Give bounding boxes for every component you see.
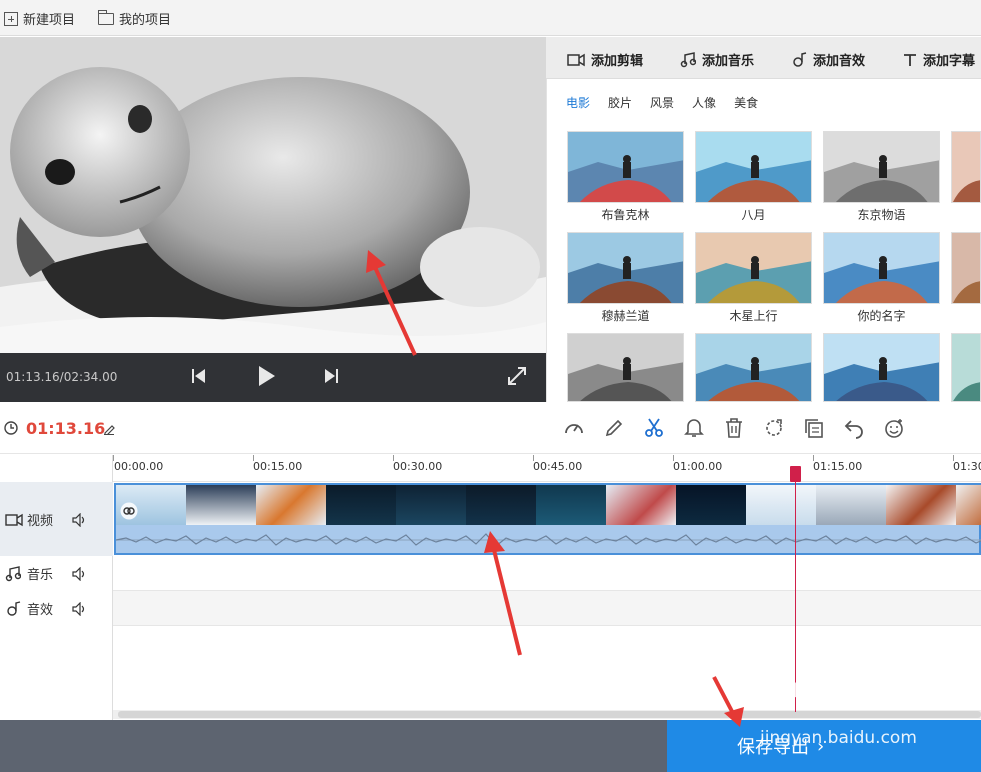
baidu-watermark-logo: Baidu经验 bbox=[755, 670, 919, 705]
filter-thumb[interactable] bbox=[567, 232, 684, 304]
sfx-track-name: 音效 bbox=[27, 603, 54, 618]
ruler-tick: 00:15.00 bbox=[253, 460, 303, 473]
sticker-icon[interactable] bbox=[883, 417, 905, 439]
previous-frame-icon[interactable] bbox=[191, 368, 207, 384]
material-tabs: 添加剪辑 添加音乐 添加音效 添加字幕 bbox=[546, 37, 981, 79]
tab-add-sound-effect-label: 添加音效 bbox=[813, 54, 866, 69]
fullscreen-icon[interactable] bbox=[508, 367, 526, 385]
annotation-arrow bbox=[366, 250, 417, 356]
filter-thumb[interactable] bbox=[567, 333, 684, 402]
timeline-scrollbar-thumb[interactable] bbox=[118, 711, 981, 718]
new-project-button[interactable]: 新建项目 bbox=[4, 9, 75, 28]
current-time: 01:13.16 bbox=[26, 419, 106, 438]
ruler-tick: 01:15.00 bbox=[813, 460, 863, 473]
sfx-track-label: 音效 bbox=[0, 599, 113, 618]
next-frame-icon[interactable] bbox=[323, 368, 339, 384]
filter-thumb[interactable] bbox=[951, 232, 981, 304]
top-menu-bar: 新建项目 我的项目 bbox=[0, 0, 981, 36]
filter-label: 穆赫兰道 bbox=[601, 309, 650, 323]
delete-icon[interactable] bbox=[723, 417, 745, 439]
filter-thumb[interactable] bbox=[567, 131, 684, 203]
video-track-label: 视频 bbox=[0, 510, 113, 529]
ruler-tick: 00:45.00 bbox=[533, 460, 583, 473]
tab-add-music[interactable]: 添加音乐 bbox=[680, 50, 754, 69]
scissors-icon[interactable] bbox=[643, 417, 665, 439]
undo-icon[interactable] bbox=[843, 417, 865, 439]
annotation-arrow bbox=[484, 531, 522, 656]
video-clip[interactable] bbox=[114, 483, 981, 555]
filter-label: 东京物语 bbox=[857, 208, 906, 222]
edit-toolbar bbox=[0, 402, 981, 454]
filter-thumb[interactable] bbox=[823, 232, 940, 304]
sound-effect-icon bbox=[7, 600, 21, 616]
tab-add-subtitle[interactable]: 添加字幕 bbox=[903, 50, 975, 69]
ruler-tick: 01:30 bbox=[953, 460, 981, 473]
tab-add-sound-effect[interactable]: 添加音效 bbox=[791, 50, 865, 69]
filter-thumb[interactable] bbox=[695, 232, 812, 304]
filter-thumb[interactable] bbox=[951, 333, 981, 402]
video-camera-icon bbox=[5, 513, 23, 526]
category-film[interactable]: 胶片 bbox=[608, 94, 632, 111]
category-portrait[interactable]: 人像 bbox=[692, 94, 716, 111]
filter-label: 木星上行 bbox=[729, 309, 778, 323]
ruler-tick: 00:30.00 bbox=[393, 460, 443, 473]
playhead-handle[interactable] bbox=[790, 466, 801, 482]
link-icon[interactable] bbox=[120, 502, 138, 520]
preview-frame-image bbox=[0, 37, 546, 353]
volume-icon[interactable] bbox=[72, 512, 88, 527]
filter-thumb[interactable] bbox=[823, 333, 940, 402]
copy-icon[interactable] bbox=[803, 417, 825, 439]
edit-time-icon[interactable] bbox=[103, 423, 115, 435]
sfx-track[interactable] bbox=[113, 591, 981, 626]
filter-label: 你的名字 bbox=[857, 309, 906, 323]
sound-effect-icon bbox=[793, 51, 807, 67]
my-projects-button[interactable]: 我的项目 bbox=[98, 9, 171, 28]
filter-label: 布鲁克林 bbox=[601, 208, 650, 222]
filter-label: 八月 bbox=[741, 208, 766, 222]
video-preview[interactable] bbox=[0, 37, 546, 353]
category-food[interactable]: 美食 bbox=[734, 94, 758, 111]
filter-thumb[interactable] bbox=[951, 131, 981, 203]
baidu-watermark-url: jingyan.baidu.com bbox=[760, 728, 917, 748]
text-icon bbox=[904, 53, 916, 66]
tab-add-subtitle-label: 添加字幕 bbox=[923, 54, 976, 69]
tab-add-music-label: 添加音乐 bbox=[702, 54, 755, 69]
video-camera-icon bbox=[567, 53, 585, 66]
music-track-label: 音乐 bbox=[0, 564, 113, 583]
audio-waveform bbox=[116, 533, 981, 547]
ruler-tick: 00:00.00 bbox=[114, 460, 164, 473]
volume-icon[interactable] bbox=[72, 566, 88, 581]
volume-icon[interactable] bbox=[72, 601, 88, 616]
play-icon[interactable] bbox=[258, 365, 276, 387]
music-note-icon bbox=[5, 565, 21, 581]
crop-rotate-icon[interactable] bbox=[763, 417, 785, 439]
plus-box-icon bbox=[4, 11, 18, 26]
my-projects-label: 我的项目 bbox=[119, 13, 172, 28]
category-landscape[interactable]: 风景 bbox=[650, 94, 674, 111]
new-project-label: 新建项目 bbox=[23, 13, 76, 28]
filter-category-tabs: 电影 胶片 风景 人像 美食 bbox=[566, 94, 758, 111]
filter-thumb[interactable] bbox=[695, 131, 812, 203]
time-ruler[interactable]: 00:00.00 00:15.00 00:30.00 00:45.00 01:0… bbox=[113, 455, 981, 482]
tab-add-clip[interactable]: 添加剪辑 bbox=[567, 50, 643, 69]
music-track-name: 音乐 bbox=[27, 568, 54, 583]
music-track[interactable] bbox=[113, 556, 981, 591]
tab-add-clip-label: 添加剪辑 bbox=[591, 54, 644, 69]
bell-icon[interactable] bbox=[683, 417, 705, 439]
speed-icon[interactable] bbox=[563, 417, 585, 439]
ruler-tick: 01:00.00 bbox=[673, 460, 723, 473]
annotation-arrow bbox=[712, 676, 744, 727]
video-track-name: 视频 bbox=[27, 514, 54, 529]
category-movie[interactable]: 电影 bbox=[566, 94, 590, 111]
music-note-icon bbox=[680, 51, 696, 67]
clock-icon bbox=[4, 421, 18, 435]
pencil-icon[interactable] bbox=[603, 417, 625, 439]
folder-icon bbox=[98, 9, 114, 25]
filter-thumb[interactable] bbox=[695, 333, 812, 402]
filter-thumb[interactable] bbox=[823, 131, 940, 203]
player-timecode: 01:13.16/02:34.00 bbox=[6, 370, 118, 384]
